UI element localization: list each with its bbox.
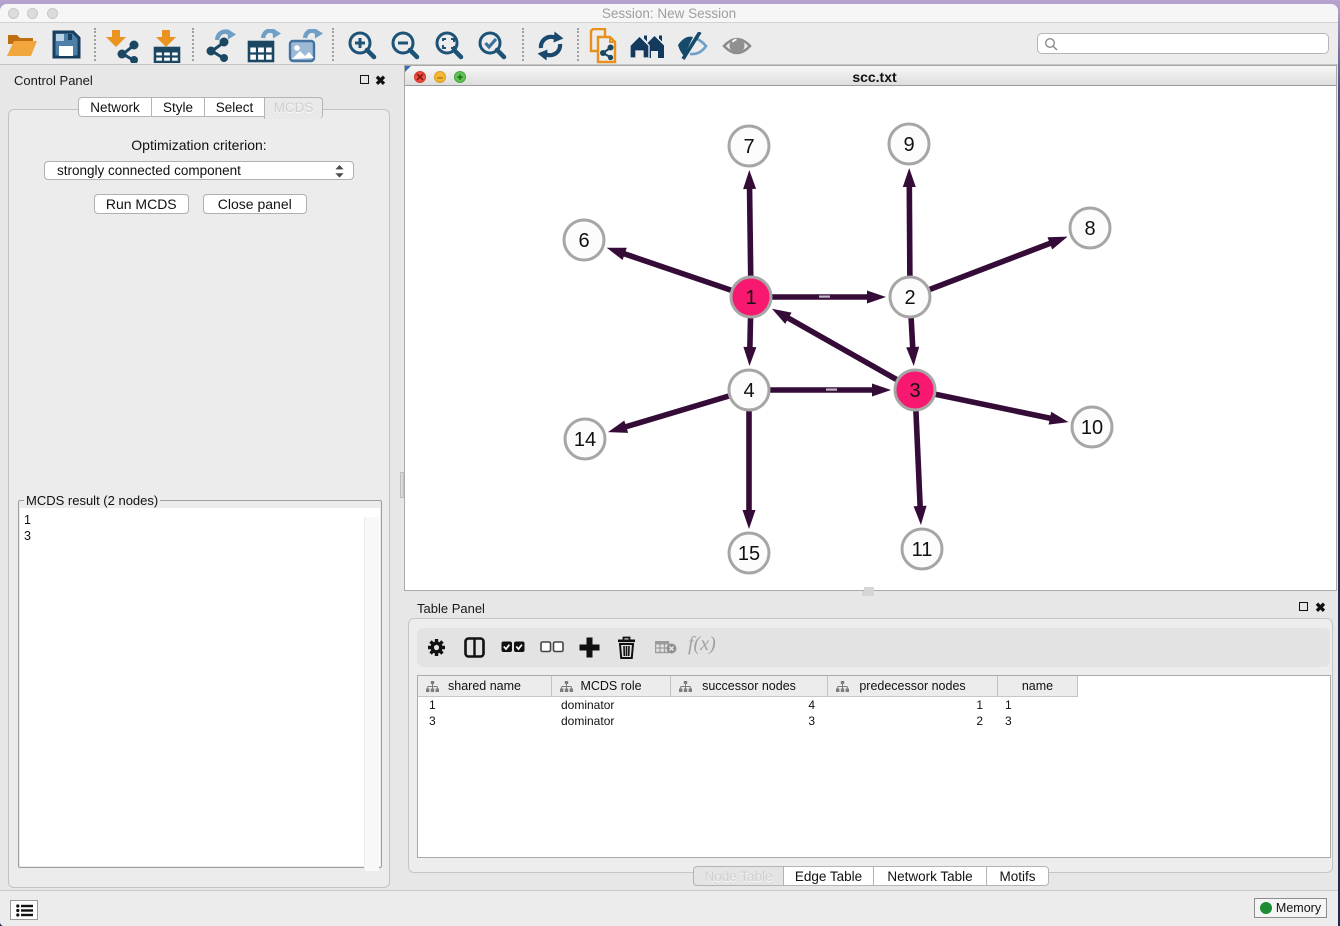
svg-text:3: 3 <box>909 380 920 402</box>
svg-text:11: 11 <box>912 539 933 561</box>
svg-text:15: 15 <box>738 543 760 565</box>
svg-text:7: 7 <box>743 136 754 158</box>
svg-text:14: 14 <box>574 429 596 451</box>
svg-text:2: 2 <box>904 287 915 309</box>
svg-text:6: 6 <box>578 230 589 252</box>
svg-text:10: 10 <box>1081 417 1103 439</box>
svg-text:8: 8 <box>1084 218 1095 240</box>
svg-text:9: 9 <box>903 134 914 156</box>
svg-text:1: 1 <box>745 287 756 309</box>
svg-text:4: 4 <box>743 380 754 402</box>
